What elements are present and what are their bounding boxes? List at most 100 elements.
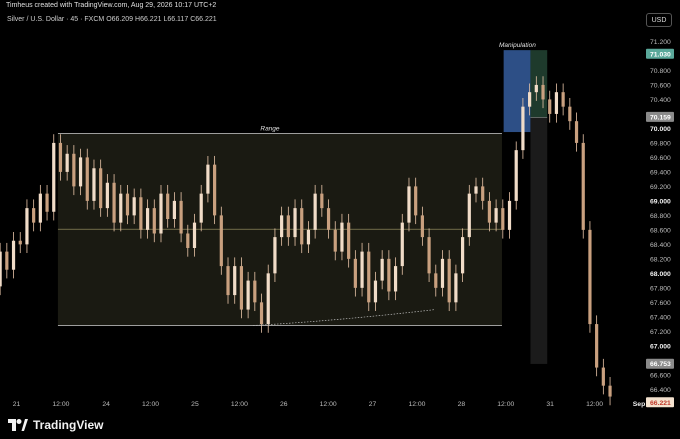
candle-body xyxy=(373,280,378,303)
candle-body xyxy=(487,200,492,223)
x-tick-label: 12:00 xyxy=(408,401,425,408)
y-tick-label: 66.600 xyxy=(650,372,671,379)
y-tick-label: 69.000 xyxy=(650,198,671,205)
candle-body xyxy=(38,193,42,223)
candle-body xyxy=(199,193,203,223)
candle-body xyxy=(159,193,163,234)
candle-body xyxy=(347,222,351,259)
candle-body xyxy=(78,157,83,187)
x-tick-label: 24 xyxy=(102,401,110,408)
candle-body xyxy=(460,237,465,274)
price-tag-label: 66.753 xyxy=(650,361,671,368)
candle-body xyxy=(286,215,290,238)
range-box[interactable] xyxy=(57,133,502,326)
y-tick-label: 68.000 xyxy=(650,271,671,278)
manipulation-gray-box[interactable] xyxy=(530,117,548,364)
candle-body xyxy=(239,266,244,310)
candle-body xyxy=(427,237,431,274)
candle-body xyxy=(581,142,585,230)
tradingview-logo-icon xyxy=(8,419,28,431)
manipulation-annotation[interactable]: Manipulation xyxy=(499,42,548,364)
x-tick-label: 21 xyxy=(13,401,21,408)
range-label: Range xyxy=(260,125,280,132)
candle-body xyxy=(18,240,22,245)
candle-body xyxy=(266,273,270,325)
price-chart[interactable]: Range Manipulation 71.200 70.800 70.600 70.… xyxy=(0,0,680,439)
brand-name: TradingView xyxy=(33,418,104,432)
candle-body xyxy=(206,164,210,194)
x-tick-label: 12:00 xyxy=(586,401,603,408)
candle-body xyxy=(568,106,572,122)
price-axis[interactable]: 71.20070.80070.60070.40070.20070.00069.8… xyxy=(650,39,671,394)
candle-body xyxy=(72,153,76,187)
candle-body xyxy=(145,208,150,230)
x-tick-label: 27 xyxy=(369,401,377,408)
candle-body xyxy=(52,142,56,212)
candle-body xyxy=(172,200,176,219)
candle-body xyxy=(447,258,451,303)
candle-body xyxy=(588,229,592,325)
candle-body xyxy=(601,367,605,386)
candle-body xyxy=(367,251,371,303)
y-tick-label: 67.000 xyxy=(650,343,671,350)
candle-body xyxy=(45,193,49,212)
candle-body xyxy=(105,182,109,209)
candle-body xyxy=(501,208,505,230)
y-tick-label: 70.400 xyxy=(650,97,671,104)
candle-body xyxy=(179,200,183,234)
candle-body xyxy=(300,208,304,245)
y-tick-label: 67.600 xyxy=(650,300,671,307)
price-tag-label: 71.030 xyxy=(650,51,671,58)
x-tick-label: 12:00 xyxy=(320,401,337,408)
y-tick-label: 70.800 xyxy=(650,68,671,75)
candle-body xyxy=(326,208,331,230)
y-tick-label: 69.800 xyxy=(650,140,671,147)
candle-body xyxy=(528,92,532,107)
candle-body xyxy=(219,215,223,267)
candle-body xyxy=(306,229,311,245)
candle-body xyxy=(32,208,36,223)
y-tick-label: 68.600 xyxy=(650,227,671,234)
candle-body xyxy=(313,193,317,230)
time-axis[interactable]: 21 12:00 24 12:00 25 12:00 26 12:00 27 12:00 28 12:… xyxy=(13,401,645,408)
candle-body xyxy=(407,186,411,223)
range-annotation[interactable]: Range xyxy=(57,125,502,326)
candle-body xyxy=(414,186,418,216)
y-tick-label: 70.000 xyxy=(650,126,671,133)
candle-body xyxy=(273,237,277,274)
candle-body xyxy=(353,258,357,288)
candle-body xyxy=(25,208,29,245)
x-tick-label: 31 xyxy=(546,401,554,408)
x-tick-label: 28 xyxy=(458,401,466,408)
candle-body xyxy=(400,222,404,267)
candle-body xyxy=(233,266,237,296)
y-tick-label: 69.200 xyxy=(650,184,671,191)
candle-body xyxy=(467,193,471,238)
candle-body xyxy=(139,197,143,230)
candle-body xyxy=(454,273,458,303)
candle-body xyxy=(514,150,518,201)
candle-body xyxy=(99,168,103,209)
candle-body xyxy=(85,157,89,201)
y-tick-label: 68.800 xyxy=(650,213,671,220)
candle-body xyxy=(380,258,384,281)
x-tick-label: Sep xyxy=(633,401,645,408)
manipulation-green-box[interactable] xyxy=(530,50,548,118)
candle-body xyxy=(5,251,9,270)
candle-body xyxy=(320,193,324,209)
candle-body xyxy=(608,385,612,397)
candle-body xyxy=(213,164,217,216)
candle-body xyxy=(574,121,579,143)
candle-body xyxy=(393,266,398,292)
candle-body xyxy=(541,84,545,100)
candle-body xyxy=(186,233,190,248)
y-tick-label: 69.600 xyxy=(650,155,671,162)
manipulation-blue-box[interactable] xyxy=(503,50,531,133)
y-tick-label: 67.400 xyxy=(650,314,671,321)
candle-body xyxy=(494,208,498,223)
tradingview-brand[interactable]: TradingView xyxy=(8,418,103,432)
chart-screenshot: Timheus created with TradingView.com, Au… xyxy=(0,0,680,439)
candle-body xyxy=(125,193,130,216)
price-tag-label: 66.221 xyxy=(650,400,671,407)
candle-body xyxy=(0,251,2,287)
